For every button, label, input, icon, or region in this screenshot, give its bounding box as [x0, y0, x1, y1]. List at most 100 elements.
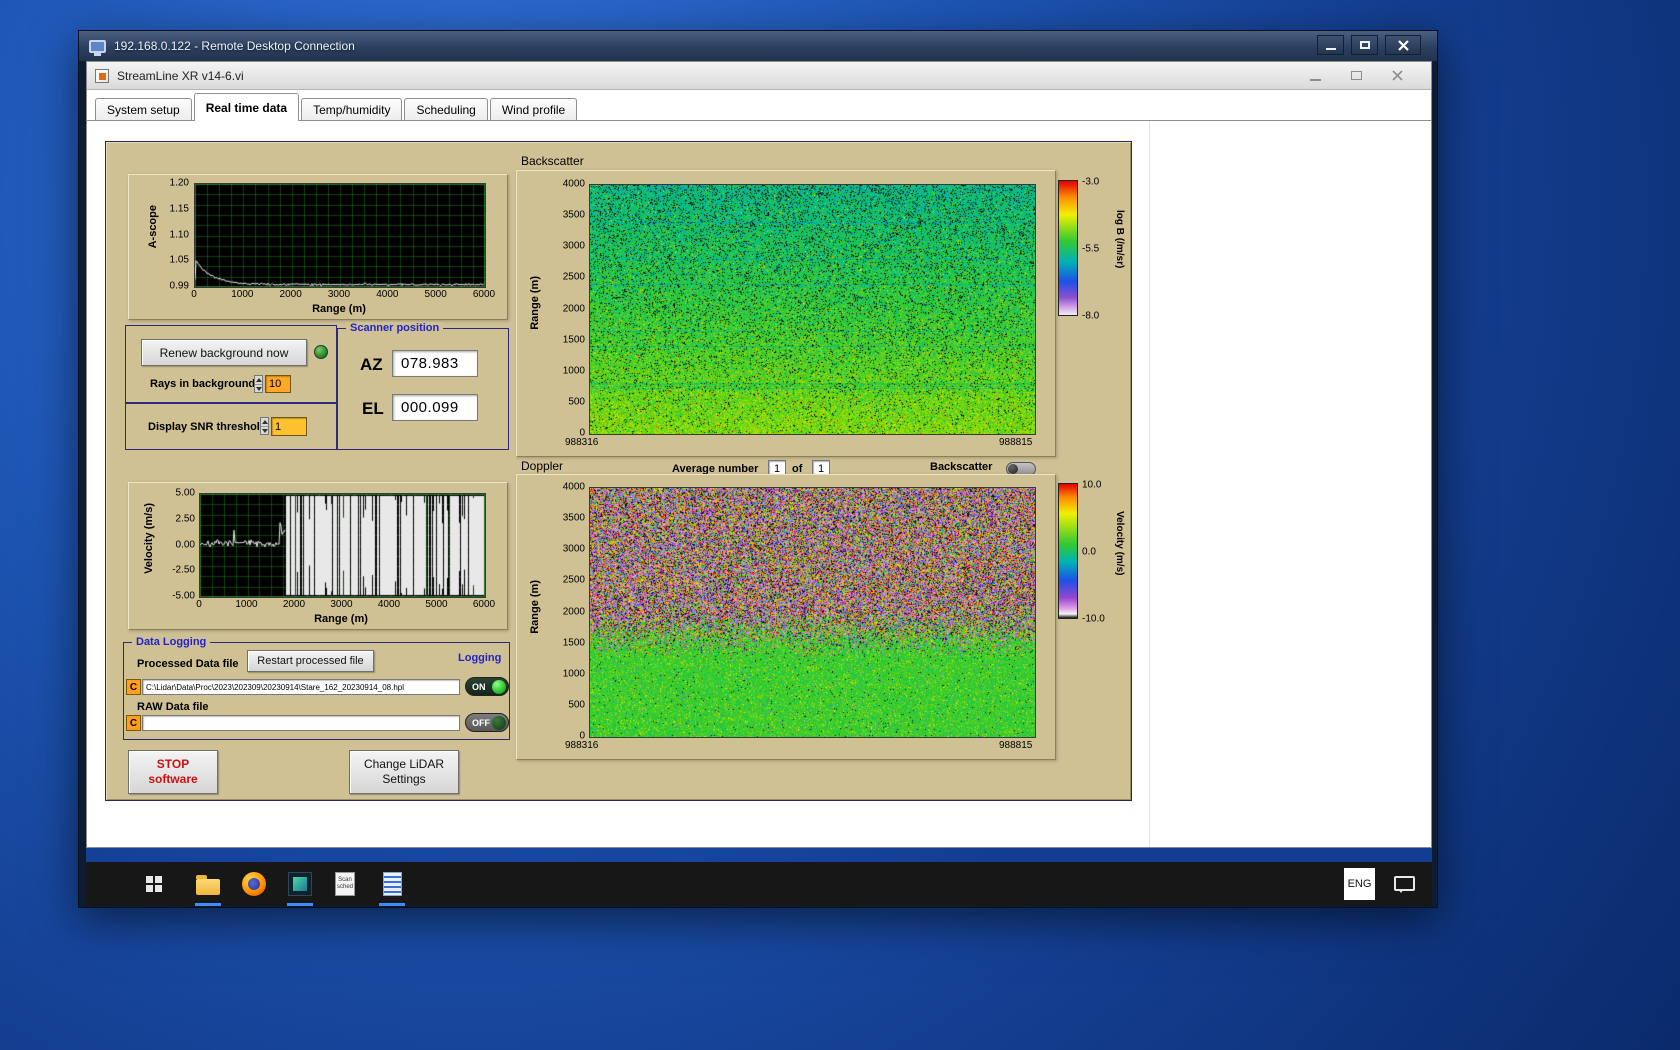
snr-value-field[interactable]: 1: [271, 417, 307, 436]
tick-label: 4000: [562, 178, 585, 190]
client-area: A-scope Range (m) 1.20 1.15 1.10 1.05 0.99 0 1…: [87, 121, 1431, 847]
background-cluster: Renew background now Rays in background …: [125, 325, 337, 403]
renew-background-label: Renew background now: [159, 345, 289, 360]
doppler-group: Range (m) 988316 988815 4000 3500 3000 2500…: [516, 474, 1056, 760]
backscatter-heatmap: [589, 184, 1036, 435]
tab-label: Wind profile: [501, 103, 566, 117]
firefox-icon: [242, 872, 266, 896]
doppler-y-axis-label: Range (m): [529, 580, 541, 634]
tick-label: 3000: [562, 543, 585, 555]
tab-label: Temp/humidity: [313, 103, 391, 117]
tick-label: -2.50: [172, 564, 195, 576]
tab-label: Scheduling: [416, 103, 476, 117]
doppler-x-end-label: 988815: [999, 740, 1033, 751]
tab-system-setup[interactable]: System setup: [95, 98, 192, 121]
drive-letter-badge[interactable]: C: [126, 679, 141, 695]
restart-processed-file-button[interactable]: Restart processed file: [247, 650, 374, 672]
tick-label: 0.0: [1082, 546, 1096, 558]
tick-label: 2000: [279, 289, 302, 300]
image-app-button[interactable]: [284, 868, 316, 900]
tick-label: 500: [568, 396, 585, 408]
change-label-line1: Change LiDAR: [363, 757, 445, 771]
az-value: 078.983: [401, 355, 459, 372]
app-maximize-icon[interactable]: [1351, 71, 1362, 80]
doppler-heatmap: [589, 487, 1036, 738]
snr-cluster: Display SNR threshold 1: [125, 403, 337, 450]
scan-sched-button[interactable]: Scan sched: [329, 868, 361, 900]
chat-icon[interactable]: [1394, 876, 1415, 893]
app-minimize-icon[interactable]: [1310, 78, 1321, 81]
language-indicator[interactable]: ENG: [1344, 868, 1375, 900]
ascope-x-axis-label: Range (m): [312, 303, 366, 315]
processed-path-text: C:\Lidar\Data\Proc\2023\202309\20230914\…: [146, 683, 404, 692]
raw-path-field[interactable]: [142, 715, 460, 731]
az-label: AZ: [360, 355, 383, 374]
tick-label: 0.99: [169, 280, 189, 292]
rays-value-field[interactable]: 10: [265, 375, 291, 393]
tick-label: 1.10: [169, 229, 189, 240]
logging-label: Logging: [458, 652, 502, 664]
snr-spinner[interactable]: [260, 417, 269, 435]
file-explorer-button[interactable]: [192, 868, 224, 900]
tick-label: 2000: [562, 606, 585, 617]
taskbar-active-indicator: [287, 903, 313, 906]
tick-label: 500: [568, 699, 585, 711]
tick-label: 5000: [425, 599, 448, 610]
tick-label: 1000: [235, 599, 258, 610]
tick-label: 1.15: [169, 203, 189, 215]
list-app-button[interactable]: [376, 868, 408, 900]
tick-label: 4000: [377, 599, 401, 610]
minimize-button[interactable]: [1317, 35, 1344, 55]
maximize-button[interactable]: [1351, 35, 1378, 55]
app-titlebar[interactable]: StreamLine XR v14-6.vi: [87, 62, 1431, 90]
logging-on-switch[interactable]: ON: [465, 677, 509, 696]
stop-software-button[interactable]: STOP software: [128, 750, 218, 794]
rays-in-background-label: Rays in background: [150, 378, 256, 390]
drive-letter: C: [129, 681, 138, 693]
tab-real-time-data[interactable]: Real time data: [193, 93, 300, 121]
tab-scheduling[interactable]: Scheduling: [404, 98, 488, 121]
snr-value: 1: [275, 420, 282, 433]
scan-sched-text: sched: [336, 884, 353, 890]
average-total: 1: [817, 462, 825, 475]
tick-label: 0.00: [175, 539, 195, 550]
tab-wind-profile[interactable]: Wind profile: [489, 98, 578, 121]
rdp-window: 192.168.0.122 - Remote Desktop Connectio…: [78, 30, 1438, 908]
close-button[interactable]: [1385, 35, 1421, 55]
taskbar-active-indicator: [195, 903, 221, 906]
tick-label: 6000: [472, 599, 496, 610]
tick-label: 1500: [562, 334, 585, 346]
tick-label: -3.0: [1082, 176, 1100, 188]
stop-label-line1: STOP: [156, 757, 190, 771]
maximize-icon: [1359, 41, 1370, 49]
rdp-title: 192.168.0.122 - Remote Desktop Connectio…: [114, 39, 355, 53]
tick-label: 2000: [282, 599, 306, 610]
data-logging-box: Data Logging Processed Data file Restart…: [123, 636, 510, 740]
raw-drive-letter-badge[interactable]: C: [126, 715, 141, 731]
rays-spinner[interactable]: [254, 375, 263, 393]
tick-label: 3000: [327, 289, 351, 300]
start-button[interactable]: [138, 868, 170, 900]
processed-path-field[interactable]: C:\Lidar\Data\Proc\2023\202309\20230914\…: [142, 679, 460, 695]
desktop: 192.168.0.122 - Remote Desktop Connectio…: [0, 0, 1680, 1050]
app-close-icon[interactable]: [1392, 70, 1403, 81]
scan-sched-icon: Scan sched: [335, 872, 355, 896]
processed-data-file-label: Processed Data file: [137, 658, 239, 670]
doppler-colorbar-label: Velocity (m/s): [1114, 511, 1125, 576]
minimize-icon: [1325, 48, 1336, 50]
renew-background-button[interactable]: Renew background now: [141, 339, 307, 366]
backscatter-x-end-label: 988815: [999, 437, 1033, 448]
remote-screen: StreamLine XR v14-6.vi System setup Real…: [86, 61, 1432, 906]
rdp-titlebar[interactable]: 192.168.0.122 - Remote Desktop Connectio…: [79, 31, 1437, 61]
snr-threshold-label: Display SNR threshold: [148, 421, 267, 433]
logging-off-switch[interactable]: OFF: [465, 713, 509, 732]
tick-label: 1000: [231, 289, 254, 300]
tab-temp-humidity[interactable]: Temp/humidity: [301, 98, 403, 121]
change-lidar-settings-button[interactable]: Change LiDAR Settings: [349, 750, 459, 794]
backscatter-group: Range (m) 988316 988815 4000 3500 3000 2500…: [516, 170, 1056, 457]
off-label: OFF: [472, 717, 490, 728]
change-label-line2: Settings: [382, 772, 426, 786]
panel-edge-divider: [1149, 121, 1150, 847]
tick-label: 3000: [330, 599, 353, 610]
firefox-button[interactable]: [238, 868, 270, 900]
